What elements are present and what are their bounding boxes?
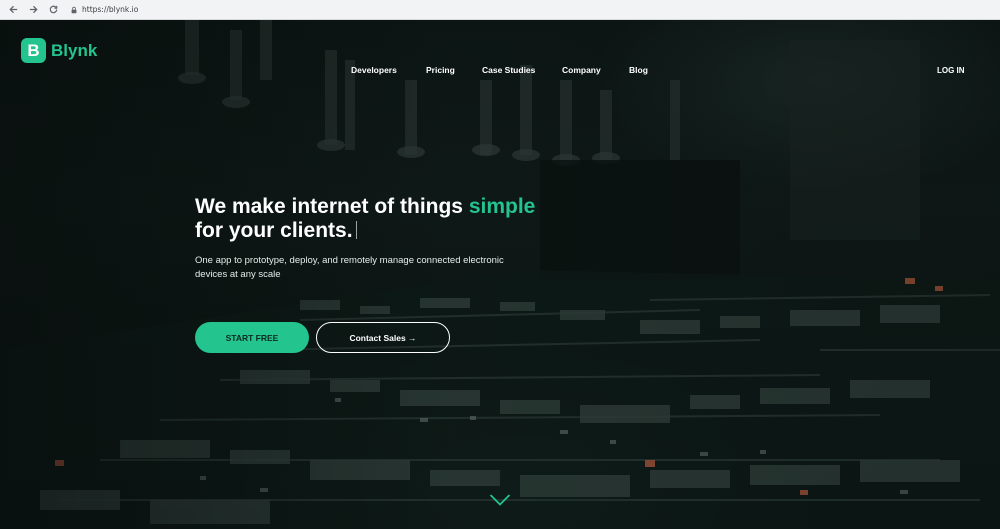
nav-case-studies[interactable]: Case Studies <box>482 65 535 75</box>
nav-developers[interactable]: Developers <box>351 65 397 75</box>
back-button[interactable] <box>6 3 20 17</box>
reload-icon <box>49 5 57 14</box>
lock-icon <box>71 6 77 13</box>
browser-toolbar: https://blynk.io <box>0 0 1000 20</box>
typing-caret <box>355 221 357 239</box>
logo-text: Blynk <box>51 40 98 60</box>
main-nav: Developers Pricing Case Studies Company … <box>0 65 1000 77</box>
address-bar[interactable]: https://blynk.io <box>70 2 138 18</box>
headline-accent: simple <box>468 195 536 218</box>
arrow-right-icon <box>29 5 38 14</box>
chevron-down-icon[interactable] <box>489 493 511 507</box>
contact-sales-button[interactable]: Contact Sales → <box>316 322 450 353</box>
hero-subtitle: One app to prototype, deploy, and remote… <box>195 255 504 280</box>
login-link[interactable]: LOG IN <box>937 66 965 75</box>
logo-mark: B <box>21 38 46 63</box>
forward-button[interactable] <box>26 3 40 17</box>
nav-pricing[interactable]: Pricing <box>426 65 455 75</box>
start-free-button[interactable]: START FREE <box>195 322 309 353</box>
headline-part2: for your clients. <box>195 219 353 242</box>
reload-button[interactable] <box>46 3 60 17</box>
nav-blog[interactable]: Blog <box>629 65 648 75</box>
url-text[interactable]: https://blynk.io <box>82 5 138 14</box>
hero-headline: We make internet of things simple for yo… <box>195 195 535 243</box>
nav-company[interactable]: Company <box>562 65 601 75</box>
logo[interactable]: B Blynk <box>21 38 97 63</box>
headline-part1: We make internet of things <box>195 195 469 218</box>
arrow-left-icon <box>8 5 17 14</box>
